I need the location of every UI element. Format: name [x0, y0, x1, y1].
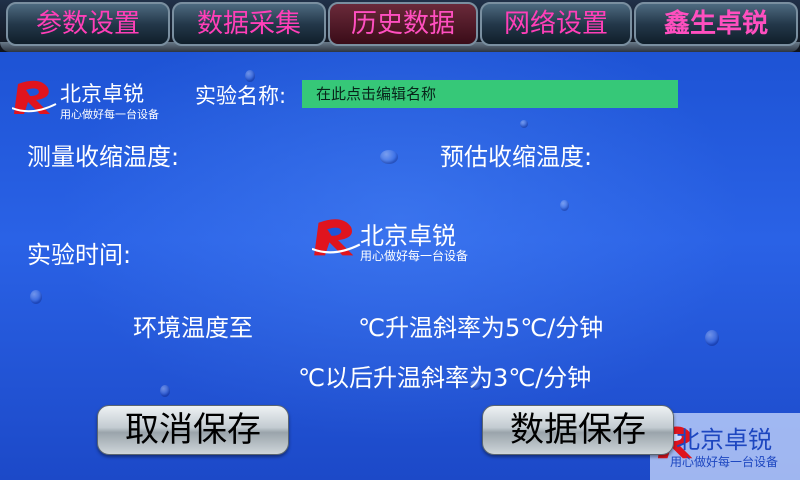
experiment-name-input[interactable]: 在此点击编辑名称	[302, 80, 678, 108]
droplet	[160, 385, 170, 397]
droplet	[520, 120, 528, 128]
logo-slogan: 用心做好每一台设备	[60, 108, 159, 121]
logo-r-icon	[12, 80, 57, 114]
logo-r-icon	[312, 219, 361, 256]
cancel-save-button[interactable]: 取消保存	[97, 405, 289, 455]
droplet	[560, 200, 569, 211]
tab-parameter-settings[interactable]: 参数设置	[6, 2, 170, 46]
droplet	[30, 290, 42, 304]
tab-bar: 参数设置 数据采集 历史数据 网络设置 鑫生卓锐	[0, 0, 800, 52]
program-line1-prefix: 环境温度至	[133, 314, 253, 342]
experiment-time-label: 实验时间:	[27, 241, 132, 269]
logo-slogan: 用心做好每一台设备	[360, 249, 469, 263]
program-line1-suffix: ℃升温斜率为5℃/分钟	[358, 314, 604, 342]
estimated-shrink-temp-label: 预估收缩温度:	[440, 143, 593, 171]
save-data-button[interactable]: 数据保存	[482, 405, 674, 455]
watermark-slogan: 用心做好每一台设备	[670, 455, 779, 469]
measured-shrink-temp-label: 测量收缩温度:	[27, 143, 180, 171]
experiment-name-label: 实验名称:	[195, 84, 287, 108]
tab-data-collection[interactable]: 数据采集	[172, 2, 326, 46]
droplet	[705, 330, 719, 346]
tab-history-data[interactable]: 历史数据	[328, 2, 478, 46]
logo-company-name: 北京卓锐	[360, 222, 456, 250]
center-logo: 北京卓锐 用心做好每一台设备	[312, 216, 502, 266]
company-logo: 北京卓锐 用心做好每一台设备	[12, 78, 192, 122]
droplet	[380, 150, 398, 164]
logo-company-name: 北京卓锐	[60, 82, 144, 106]
watermark-company-name: 北京卓锐	[676, 426, 772, 454]
program-line2: ℃以后升温斜率为3℃/分钟	[298, 364, 592, 392]
tab-network-settings[interactable]: 网络设置	[480, 2, 632, 46]
tab-brand[interactable]: 鑫生卓锐	[634, 2, 798, 46]
